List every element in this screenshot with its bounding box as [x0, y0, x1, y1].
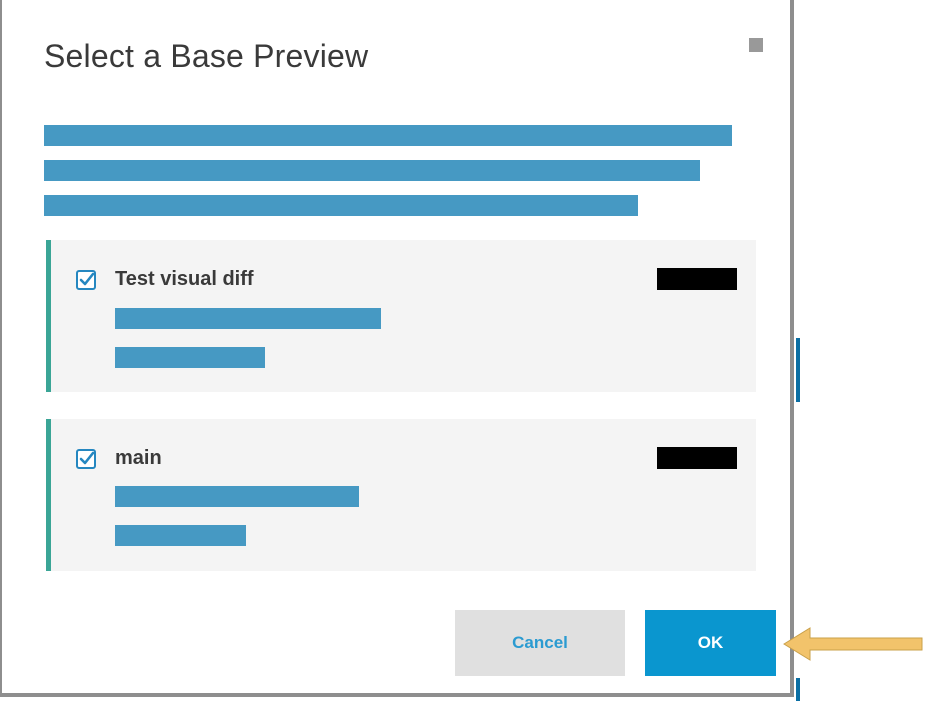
annotation-arrow-icon: [783, 627, 923, 661]
list-item[interactable]: Test visual diff: [46, 240, 756, 392]
redacted-detail-line: [115, 308, 381, 329]
redacted-value: [657, 268, 737, 290]
background-page-element: [796, 338, 800, 402]
redacted-description-line: [44, 160, 700, 181]
select-base-preview-dialog: Select a Base Preview Test visual diff m…: [0, 0, 794, 697]
checkmark-icon: [79, 272, 95, 286]
checkmark-icon: [79, 451, 95, 465]
item-label: main: [115, 447, 162, 469]
checkbox[interactable]: [76, 449, 96, 469]
redacted-value: [657, 447, 737, 469]
list-item[interactable]: main: [46, 419, 756, 571]
background-page-element: [796, 678, 800, 701]
checkbox[interactable]: [76, 270, 96, 290]
item-label: Test visual diff: [115, 268, 254, 290]
cancel-button[interactable]: Cancel: [455, 610, 625, 676]
dialog-title: Select a Base Preview: [44, 38, 369, 74]
redacted-description-line: [44, 195, 638, 216]
redacted-description-line: [44, 125, 732, 146]
redacted-detail-line: [115, 525, 246, 546]
redacted-detail-line: [115, 486, 359, 507]
close-icon[interactable]: [749, 38, 763, 52]
ok-button[interactable]: OK: [645, 610, 776, 676]
redacted-detail-line: [115, 347, 265, 368]
